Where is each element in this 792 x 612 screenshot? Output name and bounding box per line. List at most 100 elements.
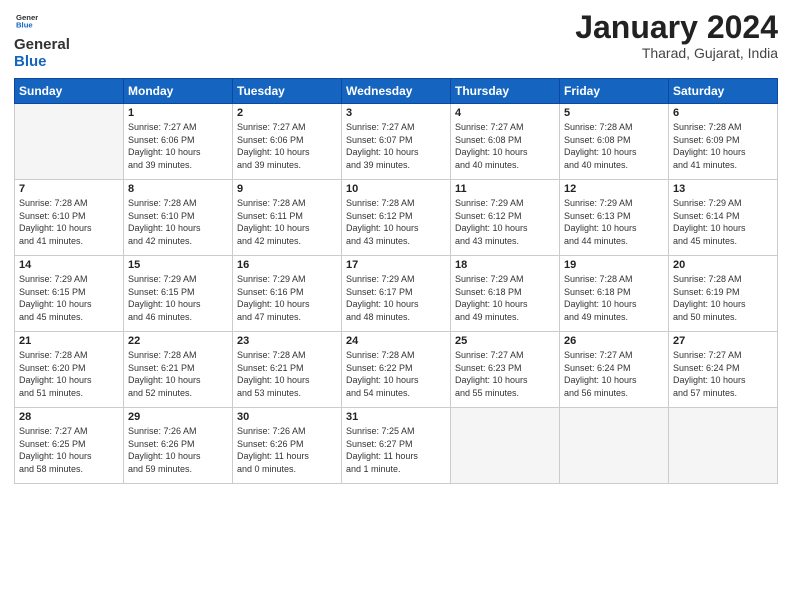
day-cell: 9Sunrise: 7:28 AM Sunset: 6:11 PM Daylig… (233, 180, 342, 256)
day-cell: 12 Sunrise: 7:29 AM Sunset: 6:13 PM Dayli… (560, 180, 669, 256)
day-info: Sunrise: 7:27 AM Sunset: 6:24 PM Dayligh… (673, 349, 773, 399)
day-cell: 6 Sunrise: 7:28 AM Sunset: 6:09 PM Daylig… (669, 104, 778, 180)
day-info: Sunrise: 7:28 AM Sunset: 6:21 PM Dayligh… (237, 349, 337, 399)
day-cell (669, 408, 778, 484)
day-number: 18 (455, 259, 555, 271)
day-info: Sunrise: 7:29 AM Sunset: 6:13 PM Dayligh… (564, 197, 664, 247)
day-number: 20 (673, 259, 773, 271)
logo-line2: Blue (14, 54, 70, 71)
week-row-1: 1 Sunrise: 7:27 AM Sunset: 6:06 PM Daylig… (15, 104, 778, 180)
calendar-header-row: SundayMondayTuesdayWednesdayThursdayFrid… (15, 79, 778, 104)
title-block: January 2024 Tharad, Gujarat, India (575, 10, 778, 61)
day-number: 24 (346, 335, 446, 347)
day-info: Sunrise: 7:28 AM Sunset: 6:10 PM Dayligh… (128, 197, 228, 247)
day-info: Sunrise: 7:27 AM Sunset: 6:07 PM Dayligh… (346, 121, 446, 171)
header-tuesday: Tuesday (233, 79, 342, 104)
day-info: Sunrise: 7:27 AM Sunset: 6:24 PM Dayligh… (564, 349, 664, 399)
day-number: 8 (128, 183, 228, 195)
day-number: 7 (19, 183, 119, 195)
day-info: Sunrise: 7:28 AM Sunset: 6:20 PM Dayligh… (19, 349, 119, 399)
header-sunday: Sunday (15, 79, 124, 104)
day-info: Sunrise: 7:28 AM Sunset: 6:19 PM Dayligh… (673, 273, 773, 323)
day-number: 12 (564, 183, 664, 195)
header-thursday: Thursday (451, 79, 560, 104)
day-number: 5 (564, 107, 664, 119)
logo: General Blue General Blue (14, 10, 70, 70)
day-info: Sunrise: 7:27 AM Sunset: 6:06 PM Dayligh… (128, 121, 228, 171)
day-number: 21 (19, 335, 119, 347)
day-number: 1 (128, 107, 228, 119)
page-header: General Blue General Blue January 2024 T… (14, 10, 778, 70)
day-cell: 19 Sunrise: 7:28 AM Sunset: 6:18 PM Dayli… (560, 256, 669, 332)
day-info: Sunrise: 7:29 AM Sunset: 6:16 PM Dayligh… (237, 273, 337, 323)
day-cell: 28 Sunrise: 7:27 AM Sunset: 6:25 PM Dayli… (15, 408, 124, 484)
day-number: 9 (237, 183, 337, 195)
day-info: Sunrise: 7:27 AM Sunset: 6:25 PM Dayligh… (19, 425, 119, 475)
day-info: Sunrise: 7:27 AM Sunset: 6:08 PM Dayligh… (455, 121, 555, 171)
day-number: 6 (673, 107, 773, 119)
day-info: Sunrise: 7:27 AM Sunset: 6:06 PM Dayligh… (237, 121, 337, 171)
day-number: 31 (346, 411, 446, 423)
header-saturday: Saturday (669, 79, 778, 104)
day-number: 10 (346, 183, 446, 195)
day-info: Sunrise: 7:25 AM Sunset: 6:27 PM Dayligh… (346, 425, 446, 475)
day-cell: 8 Sunrise: 7:28 AM Sunset: 6:10 PM Daylig… (124, 180, 233, 256)
day-number: 25 (455, 335, 555, 347)
day-cell: 29 Sunrise: 7:26 AM Sunset: 6:26 PM Dayli… (124, 408, 233, 484)
day-info: Sunrise: 7:29 AM Sunset: 6:14 PM Dayligh… (673, 197, 773, 247)
day-number: 16 (237, 259, 337, 271)
location-subtitle: Tharad, Gujarat, India (575, 45, 778, 61)
logo-line1: General (14, 37, 70, 54)
day-number: 27 (673, 335, 773, 347)
day-cell (560, 408, 669, 484)
day-cell: 22Sunrise: 7:28 AM Sunset: 6:21 PM Dayli… (124, 332, 233, 408)
day-cell: 16 Sunrise: 7:29 AM Sunset: 6:16 PM Dayli… (233, 256, 342, 332)
day-number: 3 (346, 107, 446, 119)
day-cell: 4Sunrise: 7:27 AM Sunset: 6:08 PM Daylig… (451, 104, 560, 180)
day-info: Sunrise: 7:28 AM Sunset: 6:22 PM Dayligh… (346, 349, 446, 399)
week-row-3: 14 Sunrise: 7:29 AM Sunset: 6:15 PM Dayli… (15, 256, 778, 332)
day-info: Sunrise: 7:27 AM Sunset: 6:23 PM Dayligh… (455, 349, 555, 399)
day-cell: 21 Sunrise: 7:28 AM Sunset: 6:20 PM Dayli… (15, 332, 124, 408)
day-number: 28 (19, 411, 119, 423)
header-monday: Monday (124, 79, 233, 104)
day-info: Sunrise: 7:29 AM Sunset: 6:15 PM Dayligh… (128, 273, 228, 323)
header-wednesday: Wednesday (342, 79, 451, 104)
day-info: Sunrise: 7:28 AM Sunset: 6:12 PM Dayligh… (346, 197, 446, 247)
week-row-4: 21 Sunrise: 7:28 AM Sunset: 6:20 PM Dayli… (15, 332, 778, 408)
day-number: 19 (564, 259, 664, 271)
day-cell: 3 Sunrise: 7:27 AM Sunset: 6:07 PM Daylig… (342, 104, 451, 180)
day-cell: 26 Sunrise: 7:27 AM Sunset: 6:24 PM Dayli… (560, 332, 669, 408)
day-cell: 20 Sunrise: 7:28 AM Sunset: 6:19 PM Dayli… (669, 256, 778, 332)
day-number: 22 (128, 335, 228, 347)
day-number: 14 (19, 259, 119, 271)
day-number: 29 (128, 411, 228, 423)
day-info: Sunrise: 7:28 AM Sunset: 6:09 PM Dayligh… (673, 121, 773, 171)
day-info: Sunrise: 7:29 AM Sunset: 6:18 PM Dayligh… (455, 273, 555, 323)
day-cell: 15 Sunrise: 7:29 AM Sunset: 6:15 PM Dayli… (124, 256, 233, 332)
day-cell: 14 Sunrise: 7:29 AM Sunset: 6:15 PM Dayli… (15, 256, 124, 332)
day-info: Sunrise: 7:29 AM Sunset: 6:17 PM Dayligh… (346, 273, 446, 323)
day-cell: 27 Sunrise: 7:27 AM Sunset: 6:24 PM Dayli… (669, 332, 778, 408)
day-info: Sunrise: 7:29 AM Sunset: 6:15 PM Dayligh… (19, 273, 119, 323)
calendar-table: SundayMondayTuesdayWednesdayThursdayFrid… (14, 78, 778, 484)
day-number: 15 (128, 259, 228, 271)
day-info: Sunrise: 7:28 AM Sunset: 6:18 PM Dayligh… (564, 273, 664, 323)
day-number: 2 (237, 107, 337, 119)
svg-text:Blue: Blue (16, 21, 33, 30)
day-info: Sunrise: 7:28 AM Sunset: 6:08 PM Dayligh… (564, 121, 664, 171)
day-cell: 2 Sunrise: 7:27 AM Sunset: 6:06 PM Daylig… (233, 104, 342, 180)
day-number: 17 (346, 259, 446, 271)
day-cell: 18 Sunrise: 7:29 AM Sunset: 6:18 PM Dayli… (451, 256, 560, 332)
day-cell: 25 Sunrise: 7:27 AM Sunset: 6:23 PM Dayli… (451, 332, 560, 408)
day-cell: 10 Sunrise: 7:28 AM Sunset: 6:12 PM Dayli… (342, 180, 451, 256)
day-cell: 5 Sunrise: 7:28 AM Sunset: 6:08 PM Daylig… (560, 104, 669, 180)
day-number: 26 (564, 335, 664, 347)
day-cell (15, 104, 124, 180)
day-info: Sunrise: 7:26 AM Sunset: 6:26 PM Dayligh… (128, 425, 228, 475)
day-cell (451, 408, 560, 484)
day-cell: 11Sunrise: 7:29 AM Sunset: 6:12 PM Dayli… (451, 180, 560, 256)
day-cell: 30Sunrise: 7:26 AM Sunset: 6:26 PM Dayli… (233, 408, 342, 484)
month-title: January 2024 (575, 10, 778, 45)
day-info: Sunrise: 7:26 AM Sunset: 6:26 PM Dayligh… (237, 425, 337, 475)
